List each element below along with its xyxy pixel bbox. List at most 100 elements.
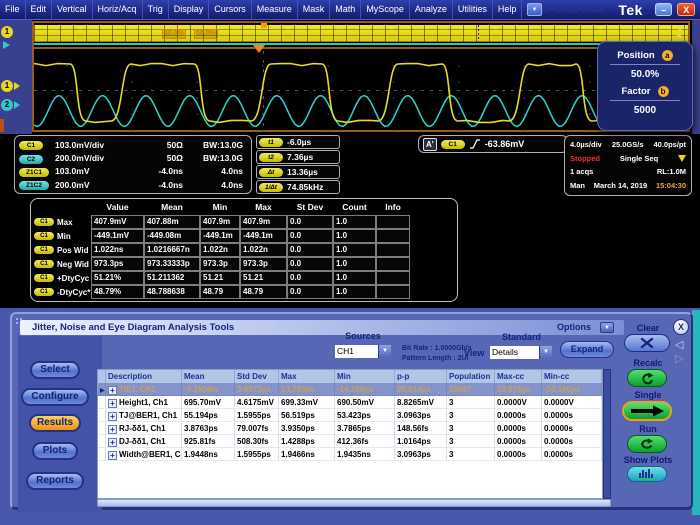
factor-value: 5000 bbox=[598, 105, 692, 116]
inv-delta-t-value: 74.85kHz bbox=[287, 182, 323, 192]
ch2-badge[interactable]: C2 bbox=[19, 155, 43, 164]
nav-results-button[interactable]: Results bbox=[29, 414, 81, 432]
expand-plus-icon[interactable] bbox=[108, 438, 117, 447]
nav-reports-button[interactable]: Reports bbox=[26, 472, 84, 490]
view-select[interactable]: Details ▼ bbox=[489, 345, 553, 360]
nav-configure-button[interactable]: Configure bbox=[21, 388, 89, 406]
z1c2-badge[interactable]: Z1C2 bbox=[19, 181, 49, 190]
minimize-button[interactable]: – bbox=[655, 3, 673, 16]
col-population[interactable]: Population bbox=[447, 370, 495, 383]
meas-cell: 51.21 bbox=[240, 271, 287, 285]
cursor-inv-dt-cell: 1/Δt 74.85kHz bbox=[256, 180, 340, 194]
meas-col-value: Value bbox=[91, 200, 144, 215]
meas-label: -DtyCyc* bbox=[57, 288, 90, 297]
menu-myscope[interactable]: MyScope bbox=[361, 0, 410, 20]
clear-button[interactable] bbox=[624, 334, 670, 352]
result-cell: 699.33mV bbox=[279, 396, 335, 409]
menu-math[interactable]: Math bbox=[330, 0, 361, 20]
expand-plus-icon[interactable] bbox=[108, 399, 117, 408]
menu-help[interactable]: Help bbox=[493, 0, 523, 20]
col-min[interactable]: Min bbox=[335, 370, 395, 383]
ch2-ground-marker[interactable]: 2 bbox=[1, 99, 13, 111]
meas-row-neg-wid: C1Neg Wid 973.3ps 973.33333p 973.3p 973.… bbox=[33, 257, 457, 271]
result-row-dj[interactable]: DJ-δδ1, Ch1 925.81fs 508.30fs 1.4288ps 4… bbox=[98, 435, 602, 448]
source-select[interactable]: CH1 ▼ bbox=[334, 344, 392, 359]
meas-cell: 1.0 bbox=[333, 229, 376, 243]
col-pp[interactable]: p-p bbox=[395, 370, 447, 383]
menu-edit[interactable]: Edit bbox=[26, 0, 53, 20]
zoom1-ch1-readout-row: Z1C1 103.0mV -4.0ns 4.0ns bbox=[19, 165, 247, 178]
panel-prev-arrow-icon[interactable]: ◁ bbox=[675, 338, 683, 351]
sources-label: Sources bbox=[330, 331, 396, 341]
menu-trig[interactable]: Trig bbox=[143, 0, 169, 20]
col-description[interactable]: Description bbox=[106, 370, 182, 383]
col-mean[interactable]: Mean bbox=[182, 370, 235, 383]
meas-row-max: C1Max 407.9mV 407.88m 407.9m 407.9m 0.0 … bbox=[33, 215, 457, 229]
result-cell: 0.0000s bbox=[495, 448, 542, 461]
run-button[interactable] bbox=[627, 435, 667, 453]
trigger-position-marker-icon[interactable] bbox=[253, 45, 265, 53]
cursor-t2-cell: t2 7.36µs bbox=[256, 150, 340, 164]
result-cell: 3.8763ps bbox=[182, 422, 235, 435]
options-chevron-icon[interactable]: ▼ bbox=[600, 322, 614, 333]
overview-ch1-marker[interactable]: 1 bbox=[1, 26, 13, 38]
t2-badge: t2 bbox=[259, 153, 283, 162]
inv-delta-t-badge: 1/Δt bbox=[259, 183, 283, 192]
sample-rate: 25.0GS/s bbox=[612, 140, 644, 149]
result-cell: 3 bbox=[447, 409, 495, 422]
nav-plots-button[interactable]: Plots bbox=[32, 442, 78, 460]
col-stddev[interactable]: Std Dev bbox=[235, 370, 279, 383]
expand-plus-icon[interactable] bbox=[108, 425, 117, 434]
menu-mask[interactable]: Mask bbox=[298, 0, 331, 20]
acq-count: 1 acqs bbox=[570, 167, 593, 176]
z1c1-badge[interactable]: Z1C1 bbox=[19, 168, 49, 177]
menu-measure[interactable]: Measure bbox=[252, 0, 298, 20]
meas-cell: 0.0 bbox=[287, 271, 333, 285]
menu-display[interactable]: Display bbox=[169, 0, 210, 20]
result-row-width[interactable]: Width@BER1, Ch1 1.9448ns 1.5955ps 1.9466… bbox=[98, 448, 602, 461]
col-max-cc[interactable]: Max-cc bbox=[495, 370, 542, 383]
vertical-scrollbar[interactable] bbox=[603, 369, 611, 499]
ch1-badge[interactable]: C1 bbox=[19, 141, 43, 150]
result-cell: 695.70mV bbox=[182, 396, 235, 409]
recalc-label: Recalc bbox=[618, 358, 678, 368]
menu-horiz-acq[interactable]: Horiz/Acq bbox=[93, 0, 143, 20]
ch1-ground-marker[interactable]: 1 bbox=[1, 80, 13, 92]
meas-cell: -449.1m bbox=[200, 229, 240, 243]
source-chevron-icon[interactable]: ▼ bbox=[378, 345, 391, 358]
horizontal-scrollbar[interactable] bbox=[97, 499, 611, 507]
overview-ch2-arrow-icon[interactable] bbox=[3, 41, 10, 49]
result-cell: 14.760ps bbox=[279, 383, 335, 396]
col-min-cc[interactable]: Min-cc bbox=[542, 370, 602, 383]
expand-plus-icon[interactable] bbox=[108, 386, 117, 395]
result-row-rj[interactable]: RJ-δδ1, Ch1 3.8763ps 79.007fs 3.9350ps 3… bbox=[98, 422, 602, 435]
col-max[interactable]: Max bbox=[279, 370, 335, 383]
view-chevron-icon[interactable]: ▼ bbox=[539, 346, 552, 359]
result-row-height[interactable]: Height1, Ch1 695.70mV 4.6175mV 699.33mV … bbox=[98, 396, 602, 409]
menu-cursors[interactable]: Cursors bbox=[209, 0, 252, 20]
result-row-tj[interactable]: TJ@BER1, Ch1 55.194ps 1.5955ps 56.519ps … bbox=[98, 409, 602, 422]
meas-cell: 48.79% bbox=[91, 285, 144, 299]
menu-analyze[interactable]: Analyze bbox=[410, 0, 453, 20]
ch1-scale: 103.0mV/div bbox=[55, 140, 135, 150]
menu-file[interactable]: File bbox=[0, 0, 26, 20]
single-button[interactable] bbox=[622, 401, 672, 421]
expand-plus-icon[interactable] bbox=[108, 412, 117, 421]
expand-plus-icon[interactable] bbox=[108, 451, 117, 460]
show-plots-button[interactable] bbox=[627, 466, 667, 482]
expand-button[interactable]: Expand bbox=[560, 341, 614, 358]
meas-cell: 973.3ps bbox=[91, 257, 144, 271]
result-row-tie[interactable]: TIE1, Ch1 -9.1554fs 3.9073ps 14.760ps -1… bbox=[98, 383, 602, 396]
meas-source-badge: C1 bbox=[34, 232, 54, 240]
menu-vertical[interactable]: Vertical bbox=[52, 0, 93, 20]
menu-utilities[interactable]: Utilities bbox=[453, 0, 493, 20]
zoom-overview-strip[interactable]: 50.0% 50.0% bbox=[34, 23, 688, 49]
result-cell: 3.9073ps bbox=[235, 383, 279, 396]
menu-overflow-chevron-icon[interactable]: ▼ bbox=[527, 3, 541, 16]
options-menu[interactable]: Options bbox=[557, 322, 591, 332]
meas-source-badge: C1 bbox=[34, 218, 54, 226]
nav-select-button[interactable]: Select bbox=[30, 361, 80, 379]
close-button[interactable]: X bbox=[677, 3, 695, 16]
recalc-button[interactable] bbox=[627, 369, 667, 387]
overview-trigger-marker-icon[interactable] bbox=[261, 23, 267, 28]
